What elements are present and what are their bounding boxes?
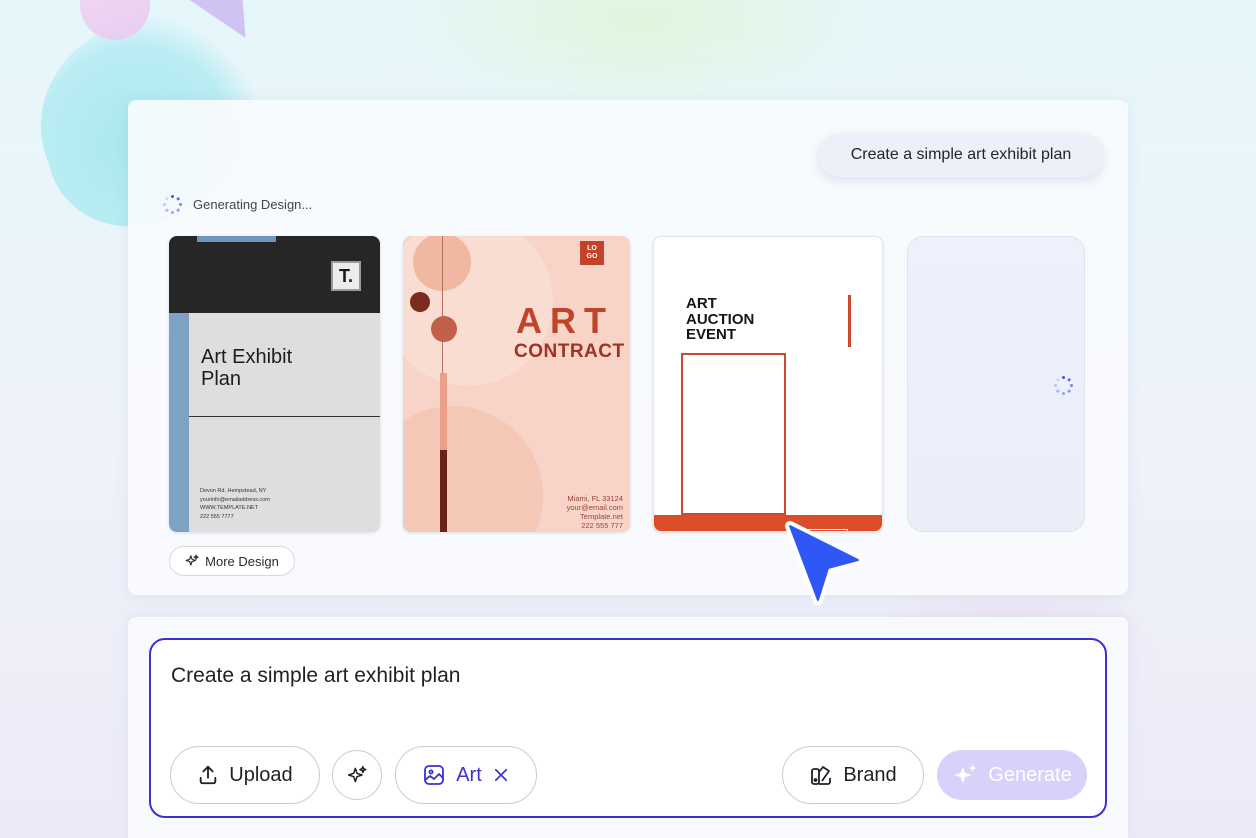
art-chip-label: Art (456, 763, 482, 786)
decorative-line (442, 236, 443, 376)
chat-panel: Create a simple art exhibit plan Generat… (128, 100, 1128, 595)
design-card-art-contract[interactable]: LO GO ART CONTRACT Miami, FL 33124 your@… (403, 236, 630, 532)
generating-status: Generating Design... (161, 193, 312, 215)
design-subtitle: CONTRACT (514, 341, 625, 362)
composer-panel: Create a simple art exhibit plan Upload … (128, 617, 1128, 838)
decorative-circle (431, 316, 457, 342)
design-contact-info: Devon Rd, Hempstead, NY yourinfo@emailad… (200, 488, 270, 520)
art-style-chip[interactable]: Art (395, 746, 537, 804)
design-card-art-exhibit-plan[interactable]: T. Art Exhibit Plan Devon Rd, Hempstead,… (169, 236, 380, 532)
upload-label: Upload (229, 763, 293, 786)
upload-button[interactable]: Upload (170, 746, 320, 804)
logo-placeholder: LO GO (580, 241, 604, 265)
decorative-line (848, 295, 851, 347)
generate-button[interactable]: Generate (937, 750, 1087, 800)
brand-label: Brand (843, 763, 897, 786)
decorative-bar (440, 450, 447, 532)
sparkles-icon (954, 764, 977, 784)
loading-spinner-icon (1052, 374, 1074, 396)
user-prompt-bubble: Create a simple art exhibit plan (818, 133, 1104, 177)
template-logo: T. (331, 261, 361, 291)
decorative-circle (403, 406, 543, 532)
decorative-circle (410, 292, 430, 312)
image-frame-placeholder (681, 353, 786, 515)
card-divider (189, 416, 380, 417)
cursor-pointer-icon (785, 521, 863, 605)
design-card-loading (907, 236, 1085, 532)
design-title: Art Exhibit Plan (201, 346, 293, 390)
design-card-art-auction-event[interactable]: ART AUCTION EVENT (653, 236, 883, 532)
design-contact-info: Miami, FL 33124 your@email.com Template.… (566, 494, 623, 530)
magic-enhance-button[interactable] (332, 750, 382, 800)
decorative-bar (440, 373, 447, 450)
loading-spinner-icon (161, 193, 183, 215)
more-design-label: More Design (205, 553, 279, 569)
prompt-input-box[interactable]: Create a simple art exhibit plan Upload … (149, 638, 1107, 818)
generating-status-text: Generating Design... (193, 196, 313, 212)
card-accent-bar (197, 236, 276, 242)
more-design-button[interactable]: More Design (169, 546, 295, 576)
upload-icon (200, 765, 217, 785)
design-title: ART AUCTION EVENT (686, 295, 755, 343)
sparkles-icon (185, 554, 199, 566)
prompt-input[interactable]: Create a simple art exhibit plan (171, 664, 460, 688)
generate-label: Generate (988, 763, 1072, 786)
close-icon[interactable] (492, 766, 510, 784)
art-image-icon (424, 765, 445, 785)
design-title: ART (516, 300, 614, 341)
brand-palette-icon (811, 766, 832, 785)
sparkles-icon (347, 765, 367, 783)
card-side-stripe (169, 313, 189, 532)
brand-button[interactable]: Brand (782, 746, 924, 804)
